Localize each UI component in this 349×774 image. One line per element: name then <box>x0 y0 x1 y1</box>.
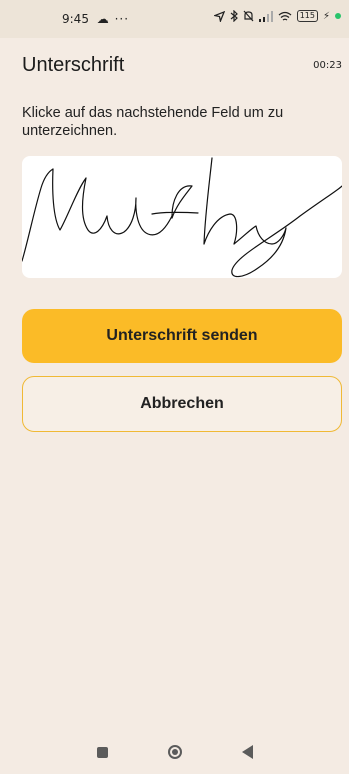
status-bar: 9:45 ☁ ··· 115 ⚡ <box>0 0 349 38</box>
back-icon[interactable] <box>241 745 253 759</box>
clock: 9:45 <box>62 12 89 26</box>
charging-icon: ⚡ <box>322 10 330 22</box>
status-icons: 115 ⚡ <box>213 10 341 22</box>
system-nav-bar <box>0 730 349 774</box>
location-icon <box>213 10 225 22</box>
signature-stroke <box>22 157 342 278</box>
signal-icon <box>258 10 273 22</box>
instruction-text: Klicke auf das nachstehende Feld um zu u… <box>22 105 284 139</box>
status-time: 9:45 ☁ ··· <box>62 12 129 26</box>
home-icon[interactable] <box>167 745 182 759</box>
recents-icon[interactable] <box>96 746 108 758</box>
signature-pad[interactable] <box>22 156 342 278</box>
bluetooth-icon <box>230 10 238 22</box>
silent-icon <box>243 10 254 22</box>
page-title: Unterschrift <box>22 54 125 76</box>
notification-icons: ☁ ··· <box>96 12 130 26</box>
send-signature-button[interactable]: Unterschrift senden <box>22 309 342 363</box>
cancel-button[interactable]: Abbrechen <box>22 376 342 432</box>
charging-dot <box>335 13 341 19</box>
battery-icon: 115 <box>296 10 318 22</box>
wifi-icon <box>278 11 292 21</box>
timer: 00:23 <box>313 60 342 71</box>
